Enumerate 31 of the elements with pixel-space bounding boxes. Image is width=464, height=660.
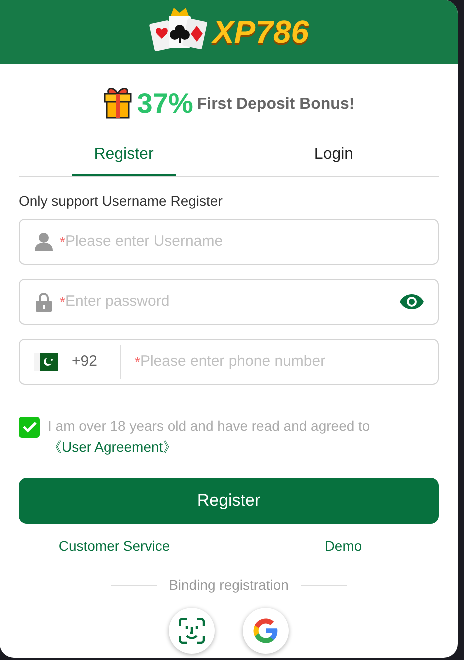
binding-title: Binding registration — [169, 576, 289, 595]
user-icon — [34, 232, 54, 252]
face-scan-icon — [179, 618, 205, 644]
user-agreement-link[interactable]: 《User Agreement》 — [48, 439, 178, 455]
password-input[interactable]: Enter password — [65, 290, 394, 314]
footer-link[interactable]: Customer Service — [58, 536, 170, 557]
google-icon — [252, 617, 280, 645]
tab[interactable]: Login — [292, 136, 376, 176]
lock-icon — [34, 292, 54, 312]
eye-icon[interactable] — [400, 294, 424, 310]
required-mark: * — [60, 292, 66, 312]
register-button[interactable]: Register — [19, 478, 439, 524]
footer-link[interactable]: Demo — [324, 536, 362, 557]
bonus-percent: 37% — [137, 88, 194, 120]
face-login-button[interactable] — [169, 608, 215, 654]
logo-text: XP786 — [212, 13, 310, 52]
agree-checkbox[interactable] — [19, 417, 40, 438]
gift-icon — [103, 86, 134, 120]
check-icon — [22, 422, 36, 433]
flag-icon — [34, 353, 58, 371]
tab[interactable]: Register — [72, 136, 176, 176]
google-login-button[interactable] — [243, 608, 289, 654]
phone-input[interactable]: Please enter phone number — [140, 350, 424, 374]
phone-field[interactable]: +92 *Please enter phone number — [19, 339, 439, 385]
bonus-text: First Deposit Bonus! — [197, 95, 355, 115]
username-input[interactable]: Please enter Username — [65, 230, 424, 254]
required-mark: * — [135, 352, 140, 372]
register-note: Only support Username Register — [19, 192, 224, 211]
agreement-text: I am over 18 years old and have read and agreed to 《User Agreement》 — [48, 417, 372, 457]
required-mark: * — [60, 232, 66, 252]
country-code[interactable]: +92 — [72, 350, 114, 374]
